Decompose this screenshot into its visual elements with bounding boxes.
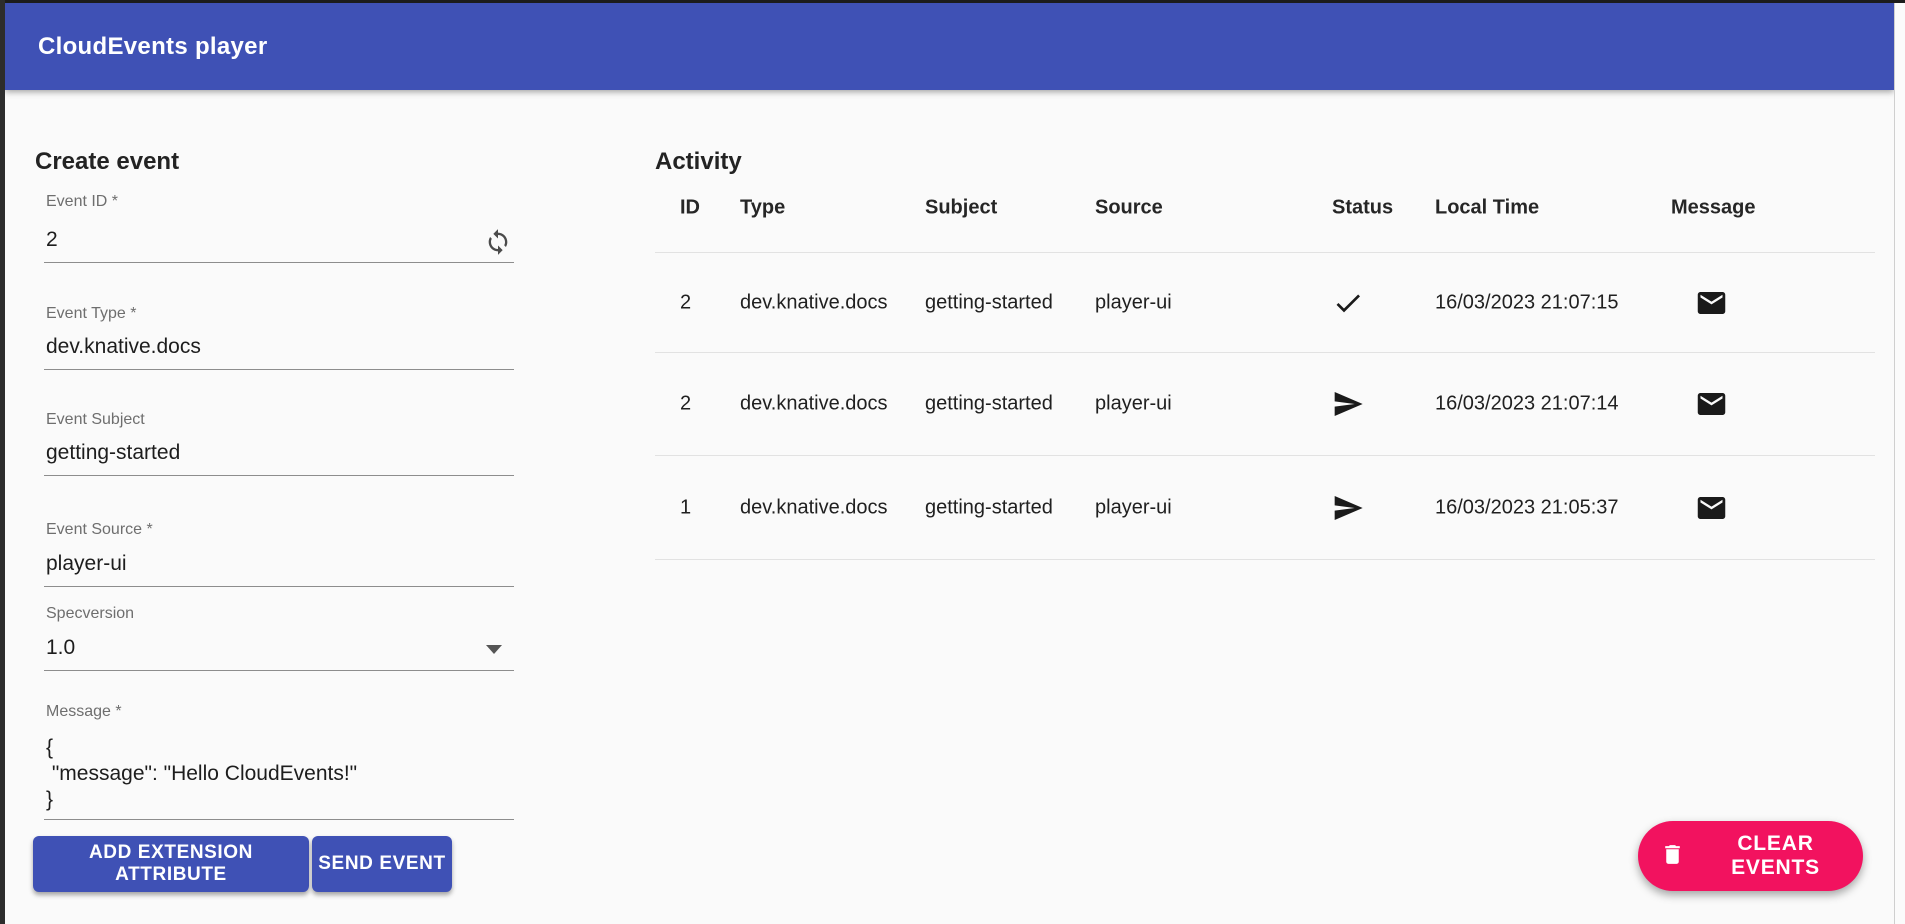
column-header-subject: Subject [925,197,997,220]
cell-local-time: 16/03/2023 21:07:14 [1435,393,1619,416]
app-title: CloudEvents player [38,33,267,61]
message-value[interactable]: { "message": "Hello CloudEvents!" } [46,735,357,813]
column-header-status: Status [1332,197,1393,220]
cell-subject: getting-started [925,291,1053,314]
event-subject-value[interactable]: getting-started [46,441,180,465]
create-event-heading: Create event [35,149,179,175]
event-source-label: Event Source * [44,521,514,539]
window-border-top [0,0,1905,3]
column-header-id: ID [680,197,700,220]
event-subject-label: Event Subject [44,411,514,429]
send-icon [1332,492,1364,524]
cell-id: 1 [680,496,691,519]
cell-local-time: 16/03/2023 21:05:37 [1435,496,1619,519]
cell-type: dev.knative.docs [740,291,888,314]
column-header-source: Source [1095,197,1163,220]
send-event-button[interactable]: SEND EVENT [312,836,452,892]
delete-icon [1660,842,1694,870]
window-border-left [0,0,5,924]
column-header-message: Message [1671,197,1756,220]
cloudevents-player-app: CloudEvents player Create event Event ID… [5,3,1894,924]
cell-subject: getting-started [925,393,1053,416]
cell-source: player-ui [1095,291,1172,314]
event-id-field[interactable]: Event ID * 2 [44,193,514,263]
table-row: 1 dev.knative.docs getting-started playe… [655,456,1875,560]
specversion-value[interactable]: 1.0 [46,636,75,660]
email-icon[interactable] [1695,388,1728,421]
cell-id: 2 [680,393,691,416]
specversion-label: Specversion [44,605,514,623]
column-header-localtime: Local Time [1435,197,1539,220]
main-content: Create event Event ID * 2 Event Type * d… [5,93,1894,924]
vertical-scrollbar[interactable] [1894,0,1905,924]
event-source-value[interactable]: player-ui [46,552,127,576]
cell-source: player-ui [1095,496,1172,519]
event-id-label: Event ID * [44,193,514,211]
event-id-value[interactable]: 2 [46,228,58,252]
cell-id: 2 [680,291,691,314]
cell-source: player-ui [1095,393,1172,416]
message-label: Message * [44,703,514,721]
specversion-select[interactable]: Specversion 1.0 [44,605,514,671]
check-icon [1332,287,1364,319]
table-header-row: ID Type Subject Source Status Local Time… [655,163,1875,253]
cell-type: dev.knative.docs [740,496,888,519]
add-extension-attribute-button[interactable]: ADD EXTENSION ATTRIBUTE [33,836,309,892]
activity-table: ID Type Subject Source Status Local Time… [655,163,1875,560]
event-type-value[interactable]: dev.knative.docs [46,335,201,359]
event-source-field[interactable]: Event Source * player-ui [44,521,514,587]
cell-local-time: 16/03/2023 21:07:15 [1435,291,1619,314]
event-type-field[interactable]: Event Type * dev.knative.docs [44,305,514,370]
sync-icon [484,244,512,259]
table-row: 2 dev.knative.docs getting-started playe… [655,353,1875,456]
table-row: 2 dev.knative.docs getting-started playe… [655,253,1875,353]
column-header-type: Type [740,197,785,220]
regenerate-id-button[interactable] [484,228,512,256]
clear-events-label: CLEAR EVENTS [1694,832,1857,880]
message-field[interactable]: Message * { "message": "Hello CloudEvent… [44,703,514,820]
arrow-drop-down-icon[interactable] [486,645,502,654]
cell-subject: getting-started [925,496,1053,519]
app-bar: CloudEvents player [5,3,1894,90]
event-subject-field[interactable]: Event Subject getting-started [44,411,514,476]
email-icon[interactable] [1695,286,1728,319]
send-icon [1332,388,1364,420]
cell-type: dev.knative.docs [740,393,888,416]
event-type-label: Event Type * [44,305,514,323]
clear-events-button[interactable]: CLEAR EVENTS [1638,821,1863,891]
email-icon[interactable] [1695,491,1728,524]
